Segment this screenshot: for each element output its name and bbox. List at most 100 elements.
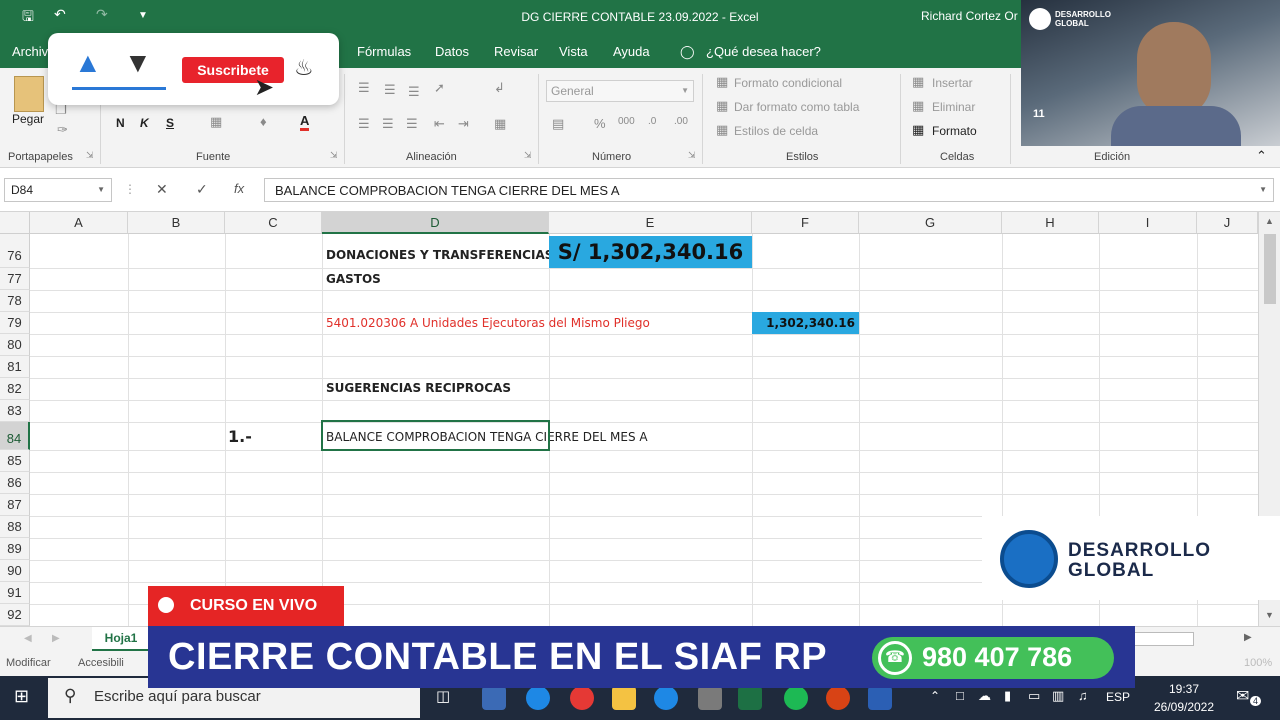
cell-d82[interactable]: SUGERENCIAS RECIPROCAS (326, 381, 511, 395)
scroll-right-icon[interactable]: ▶ (1244, 632, 1252, 643)
formula-input[interactable]: BALANCE COMPROBACION TENGA CIERRE DEL ME… (264, 178, 1274, 202)
wrap-text-icon[interactable]: ↲ (494, 80, 505, 96)
decrease-indent-icon[interactable]: ⇤ (434, 116, 445, 132)
cell-f79[interactable]: 1,302,340.16 (752, 312, 859, 334)
tab-formulas[interactable]: Fórmulas (357, 44, 411, 59)
cell-d77[interactable]: GASTOS (326, 272, 381, 286)
prev-sheet-icon[interactable]: ◀ (24, 633, 32, 644)
font-color-icon[interactable]: A (300, 114, 310, 131)
currency-icon[interactable]: ▤ (552, 116, 564, 132)
align-bottom-icon[interactable]: ☰ (408, 84, 420, 100)
dialog-launcher-icon[interactable]: ⇲ (524, 150, 532, 161)
accessibility-status[interactable]: Accesibili (78, 657, 124, 669)
name-box[interactable]: D84 ▼ (4, 178, 112, 202)
scrollbar-thumb[interactable] (1264, 234, 1276, 304)
dialog-launcher-icon[interactable]: ⇲ (330, 150, 338, 161)
increase-indent-icon[interactable]: ⇥ (458, 116, 469, 132)
spotify-icon[interactable] (784, 686, 808, 710)
onedrive-icon[interactable]: ☁ (978, 688, 991, 704)
align-center-icon[interactable]: ☰ (382, 116, 394, 132)
tab-revisar[interactable]: Revisar (494, 44, 538, 59)
number-format-dropdown[interactable]: General ▼ (546, 80, 694, 102)
row-header-84[interactable]: 84 (0, 422, 30, 450)
next-sheet-icon[interactable]: ▶ (52, 633, 60, 644)
column-header-i[interactable]: I (1099, 212, 1197, 234)
bell-icon[interactable]: ♨ (294, 55, 314, 81)
column-header-g[interactable]: G (859, 212, 1002, 234)
cell-d76[interactable]: DONACIONES Y TRANSFERENCIAS (326, 248, 553, 262)
dialog-launcher-icon[interactable]: ⇲ (688, 150, 696, 161)
row-header-79[interactable]: 79 (0, 312, 30, 334)
column-header-d[interactable]: D (322, 212, 549, 234)
thumbs-up-icon[interactable]: ▲ (74, 47, 102, 79)
taskbar-clock[interactable]: 19:37 26/09/2022 (1140, 680, 1228, 716)
thumbs-down-icon[interactable]: ▼ (124, 47, 152, 79)
increase-decimal-icon[interactable]: .0 (648, 116, 656, 127)
row-header-92[interactable]: 92 (0, 604, 30, 626)
tab-datos[interactable]: Datos (435, 44, 469, 59)
paste-icon[interactable] (14, 76, 44, 112)
align-middle-icon[interactable]: ☰ (384, 82, 396, 98)
cell-d79[interactable]: 5401.020306 A Unidades Ejecutoras del Mi… (326, 316, 650, 330)
row-header-77[interactable]: 77 (0, 268, 30, 290)
comma-style-icon[interactable]: 000 (618, 116, 635, 127)
edge-icon[interactable] (526, 686, 550, 710)
windows-start-icon[interactable]: ⊞ (14, 686, 29, 707)
conditional-format-button[interactable]: Formato condicional (734, 76, 842, 90)
insert-button[interactable]: Insertar (932, 76, 973, 90)
column-header-c[interactable]: C (225, 212, 322, 234)
italic-button[interactable]: K (140, 116, 149, 130)
volume-icon[interactable]: ♫ (1078, 688, 1088, 703)
column-header-h[interactable]: H (1002, 212, 1099, 234)
delete-button[interactable]: Eliminar (932, 100, 975, 114)
row-header-88[interactable]: 88 (0, 516, 30, 538)
column-header-b[interactable]: B (128, 212, 225, 234)
tray-icon[interactable]: □ (956, 688, 964, 703)
format-button[interactable]: Formato (932, 124, 977, 138)
insert-function-icon[interactable]: fx (234, 181, 244, 196)
word-icon[interactable] (868, 686, 892, 710)
cell-c84[interactable]: 1.- (228, 427, 252, 446)
network-icon[interactable]: ▥ (1052, 688, 1064, 704)
app-icon[interactable] (482, 686, 506, 710)
row-header-76[interactable]: 76 (0, 234, 30, 268)
merge-center-icon[interactable]: ▦ (494, 116, 506, 132)
fill-color-icon[interactable]: ♦ (260, 114, 267, 129)
calculator-icon[interactable] (698, 686, 722, 710)
row-header-83[interactable]: 83 (0, 400, 30, 422)
row-header-78[interactable]: 78 (0, 290, 30, 312)
borders-icon[interactable]: ▦ (210, 114, 222, 130)
column-header-a[interactable]: A (30, 212, 128, 234)
row-header-82[interactable]: 82 (0, 378, 30, 400)
language-indicator[interactable]: ESP (1106, 690, 1130, 704)
notification-icon[interactable]: ✉ (1236, 686, 1249, 706)
chrome-profile-icon[interactable] (826, 686, 850, 710)
orientation-icon[interactable]: ➚ (434, 80, 445, 96)
enter-icon[interactable]: ✓ (196, 181, 208, 198)
percent-icon[interactable]: % (594, 116, 606, 131)
column-header-f[interactable]: F (752, 212, 859, 234)
task-view-icon[interactable]: ◫ (436, 687, 450, 705)
scroll-up-icon[interactable]: ▲ (1265, 216, 1274, 226)
file-explorer-icon[interactable] (612, 686, 636, 710)
align-top-icon[interactable]: ☰ (358, 80, 370, 96)
horizontal-scrollbar-thumb[interactable] (1134, 632, 1194, 646)
internet-explorer-icon[interactable] (654, 686, 678, 710)
tab-ayuda[interactable]: Ayuda (613, 44, 650, 59)
tab-vista[interactable]: Vista (559, 44, 588, 59)
bold-button[interactable]: N (116, 116, 125, 130)
row-header-86[interactable]: 86 (0, 472, 30, 494)
align-right-icon[interactable]: ☰ (406, 116, 418, 132)
whatsapp-contact[interactable]: ☎ 980 407 786 (872, 637, 1114, 679)
format-painter-icon[interactable]: ✑ (57, 122, 68, 138)
row-header-81[interactable]: 81 (0, 356, 30, 378)
collapse-ribbon-icon[interactable]: ⌃ (1256, 148, 1267, 164)
scroll-down-icon[interactable]: ▼ (1265, 610, 1274, 620)
cancel-icon[interactable]: ✕ (156, 181, 168, 198)
decrease-decimal-icon[interactable]: .00 (674, 116, 688, 127)
column-header-j[interactable]: J (1197, 212, 1258, 234)
row-header-91[interactable]: 91 (0, 582, 30, 604)
paste-button-label[interactable]: Pegar (12, 112, 44, 126)
underline-button[interactable]: S (166, 116, 174, 130)
tell-me-search[interactable]: ¿Qué desea hacer? (706, 44, 821, 59)
